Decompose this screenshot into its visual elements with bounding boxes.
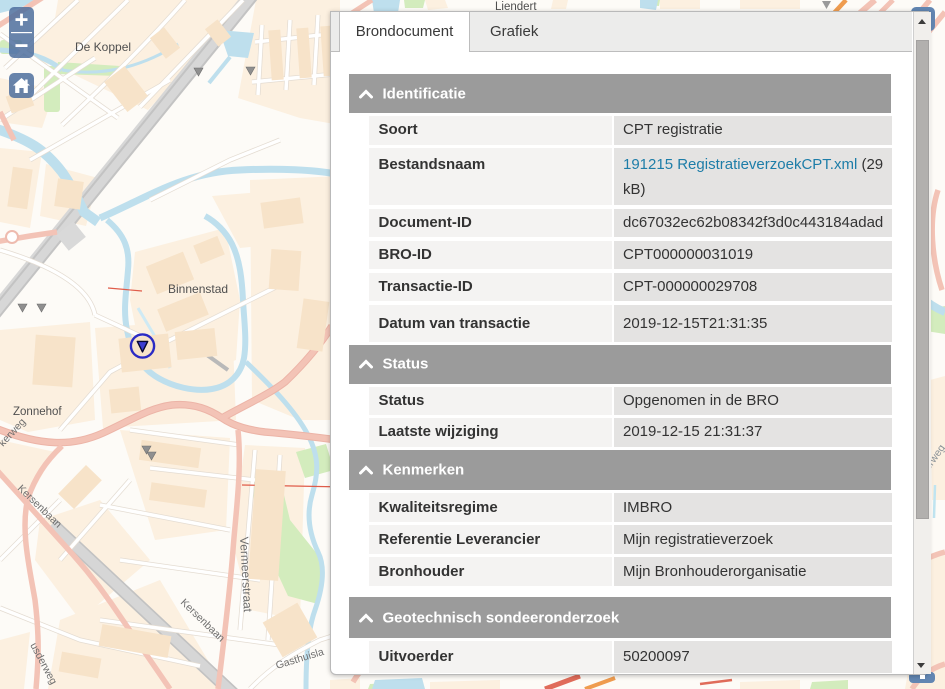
svg-text:Zonnehof: Zonnehof [13, 406, 62, 418]
svg-text:Binnenstad: Binnenstad [168, 282, 228, 296]
svg-text:De Koppel: De Koppel [75, 40, 131, 54]
